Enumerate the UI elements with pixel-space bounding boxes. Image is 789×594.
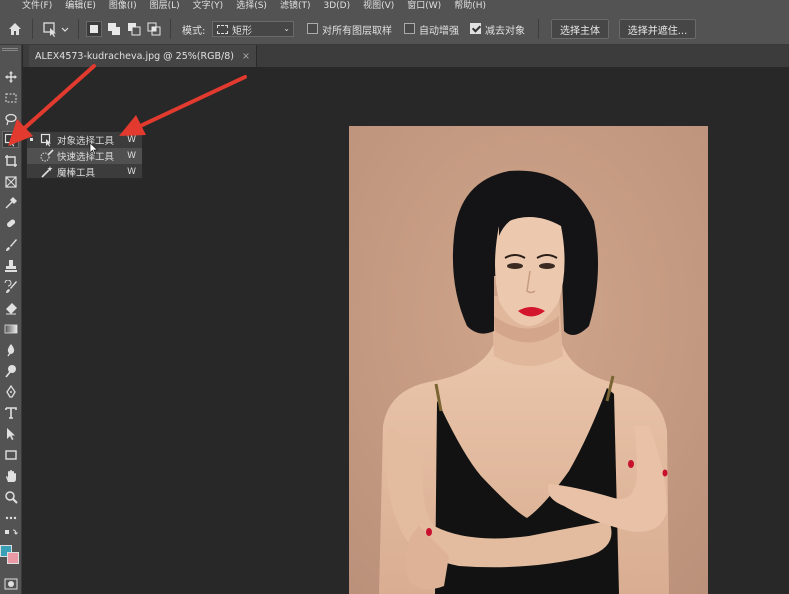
menu-layer[interactable]: 图层(L) (150, 0, 180, 13)
selection-tools-flyout: 对象选择工具 W 快速选择工具 W 魔棒工具 W (26, 131, 143, 179)
mouse-cursor-icon (89, 142, 99, 156)
tools-panel (0, 45, 22, 594)
type-tool-icon[interactable] (2, 404, 19, 421)
tool-preset-picker[interactable] (42, 20, 72, 38)
portrait-photo (349, 126, 708, 594)
mode-select[interactable]: 矩形 ⌄ (212, 21, 294, 37)
flyout-item-shortcut: W (127, 151, 136, 161)
divider (538, 19, 539, 39)
mode-value: 矩形 (232, 25, 252, 37)
divider (170, 19, 171, 39)
sample-all-layers-label: 对所有图层取样 (322, 26, 392, 37)
sample-all-layers-checkbox[interactable] (307, 23, 318, 34)
divider (32, 19, 33, 39)
document-tab-title: ALEX4573-kudracheva.jpg @ 25%(RGB/8) (35, 50, 234, 62)
menu-filter[interactable]: 滤镜(T) (280, 0, 311, 13)
home-icon[interactable] (6, 20, 24, 38)
more-tools-icon[interactable] (2, 509, 19, 526)
gradient-tool-icon[interactable] (2, 320, 19, 337)
move-tool-icon[interactable] (2, 68, 19, 85)
history-brush-icon[interactable] (2, 278, 19, 295)
select-and-mask-button[interactable]: 选择并遮住... (619, 19, 696, 39)
rectangle-tool-icon[interactable] (2, 446, 19, 463)
menu-3d[interactable]: 3D(D) (323, 0, 350, 13)
menu-image[interactable]: 图像(I) (109, 0, 137, 13)
menu-view[interactable]: 视图(V) (363, 0, 394, 13)
panel-grip[interactable] (2, 48, 18, 51)
auto-enhance-checkbox[interactable] (404, 23, 415, 34)
background-color-swatch[interactable] (7, 552, 19, 564)
object-selection-icon (40, 133, 54, 147)
blur-tool-icon[interactable] (2, 341, 19, 358)
flyout-item-object-selection[interactable]: 对象选择工具 W (27, 132, 142, 148)
intersect-selection-button[interactable] (146, 21, 162, 37)
chevron-down-icon: ⌄ (283, 24, 290, 33)
lasso-tool-icon[interactable] (2, 110, 19, 127)
document-tab-bar: ALEX4573-kudracheva.jpg @ 25%(RGB/8) × (23, 45, 789, 67)
brush-tool-icon[interactable] (2, 236, 19, 253)
close-icon[interactable]: × (242, 51, 250, 62)
zoom-tool-icon[interactable] (2, 488, 19, 505)
flyout-item-magic-wand[interactable]: 魔棒工具 W (27, 164, 142, 180)
flyout-item-label: 快速选择工具 (57, 152, 115, 163)
object-selection-tool-icon[interactable] (2, 131, 19, 148)
crop-tool-icon[interactable] (2, 152, 19, 169)
quick-selection-icon (40, 149, 54, 163)
flyout-item-label: 对象选择工具 (57, 136, 115, 147)
menu-bar: 文件(F) 编辑(E) 图像(I) 图层(L) 文字(Y) 选择(S) 滤镜(T… (0, 0, 789, 13)
subtract-from-selection-button[interactable] (126, 21, 142, 37)
pen-tool-icon[interactable] (2, 383, 19, 400)
eyedropper-tool-icon[interactable] (2, 194, 19, 211)
flyout-item-shortcut: W (127, 167, 136, 177)
menu-window[interactable]: 窗口(W) (407, 0, 441, 13)
menu-file[interactable]: 文件(F) (22, 0, 52, 13)
rectangle-mode-icon (217, 24, 228, 34)
flyout-item-shortcut: W (127, 135, 136, 145)
clone-stamp-icon[interactable] (2, 257, 19, 274)
flyout-item-quick-selection[interactable]: 快速选择工具 W (27, 148, 142, 164)
menu-select[interactable]: 选择(S) (236, 0, 267, 13)
active-indicator (30, 138, 33, 141)
eraser-tool-icon[interactable] (2, 299, 19, 316)
add-to-selection-button[interactable] (106, 21, 122, 37)
dodge-tool-icon[interactable] (2, 362, 19, 379)
auto-enhance-label: 自动增强 (419, 26, 459, 37)
menu-type[interactable]: 文字(Y) (193, 0, 224, 13)
select-subject-button[interactable]: 选择主体 (551, 19, 609, 39)
subtract-object-label: 减去对象 (485, 26, 525, 37)
marquee-tool-icon[interactable] (2, 89, 19, 106)
magic-wand-icon (40, 165, 54, 179)
path-selection-icon[interactable] (2, 425, 19, 442)
flyout-item-label: 魔棒工具 (57, 168, 96, 179)
options-bar: 模式: 矩形 ⌄ 对所有图层取样 自动增强 减去对象 选择主体 选择并遮住... (0, 13, 789, 45)
new-selection-mode-button[interactable] (86, 21, 102, 37)
subtract-object-checkbox[interactable] (470, 23, 481, 34)
frame-tool-icon[interactable] (2, 173, 19, 190)
swap-colors-icon[interactable] (2, 528, 19, 540)
healing-brush-icon[interactable] (2, 215, 19, 232)
menu-edit[interactable]: 编辑(E) (65, 0, 96, 13)
menu-help[interactable]: 帮助(H) (454, 0, 486, 13)
document-tab[interactable]: ALEX4573-kudracheva.jpg @ 25%(RGB/8) × (29, 45, 257, 67)
hand-tool-icon[interactable] (2, 467, 19, 484)
divider (78, 19, 79, 39)
quick-mask-icon[interactable] (2, 575, 19, 592)
document-image[interactable] (349, 126, 708, 594)
mode-label: 模式: (182, 26, 206, 37)
